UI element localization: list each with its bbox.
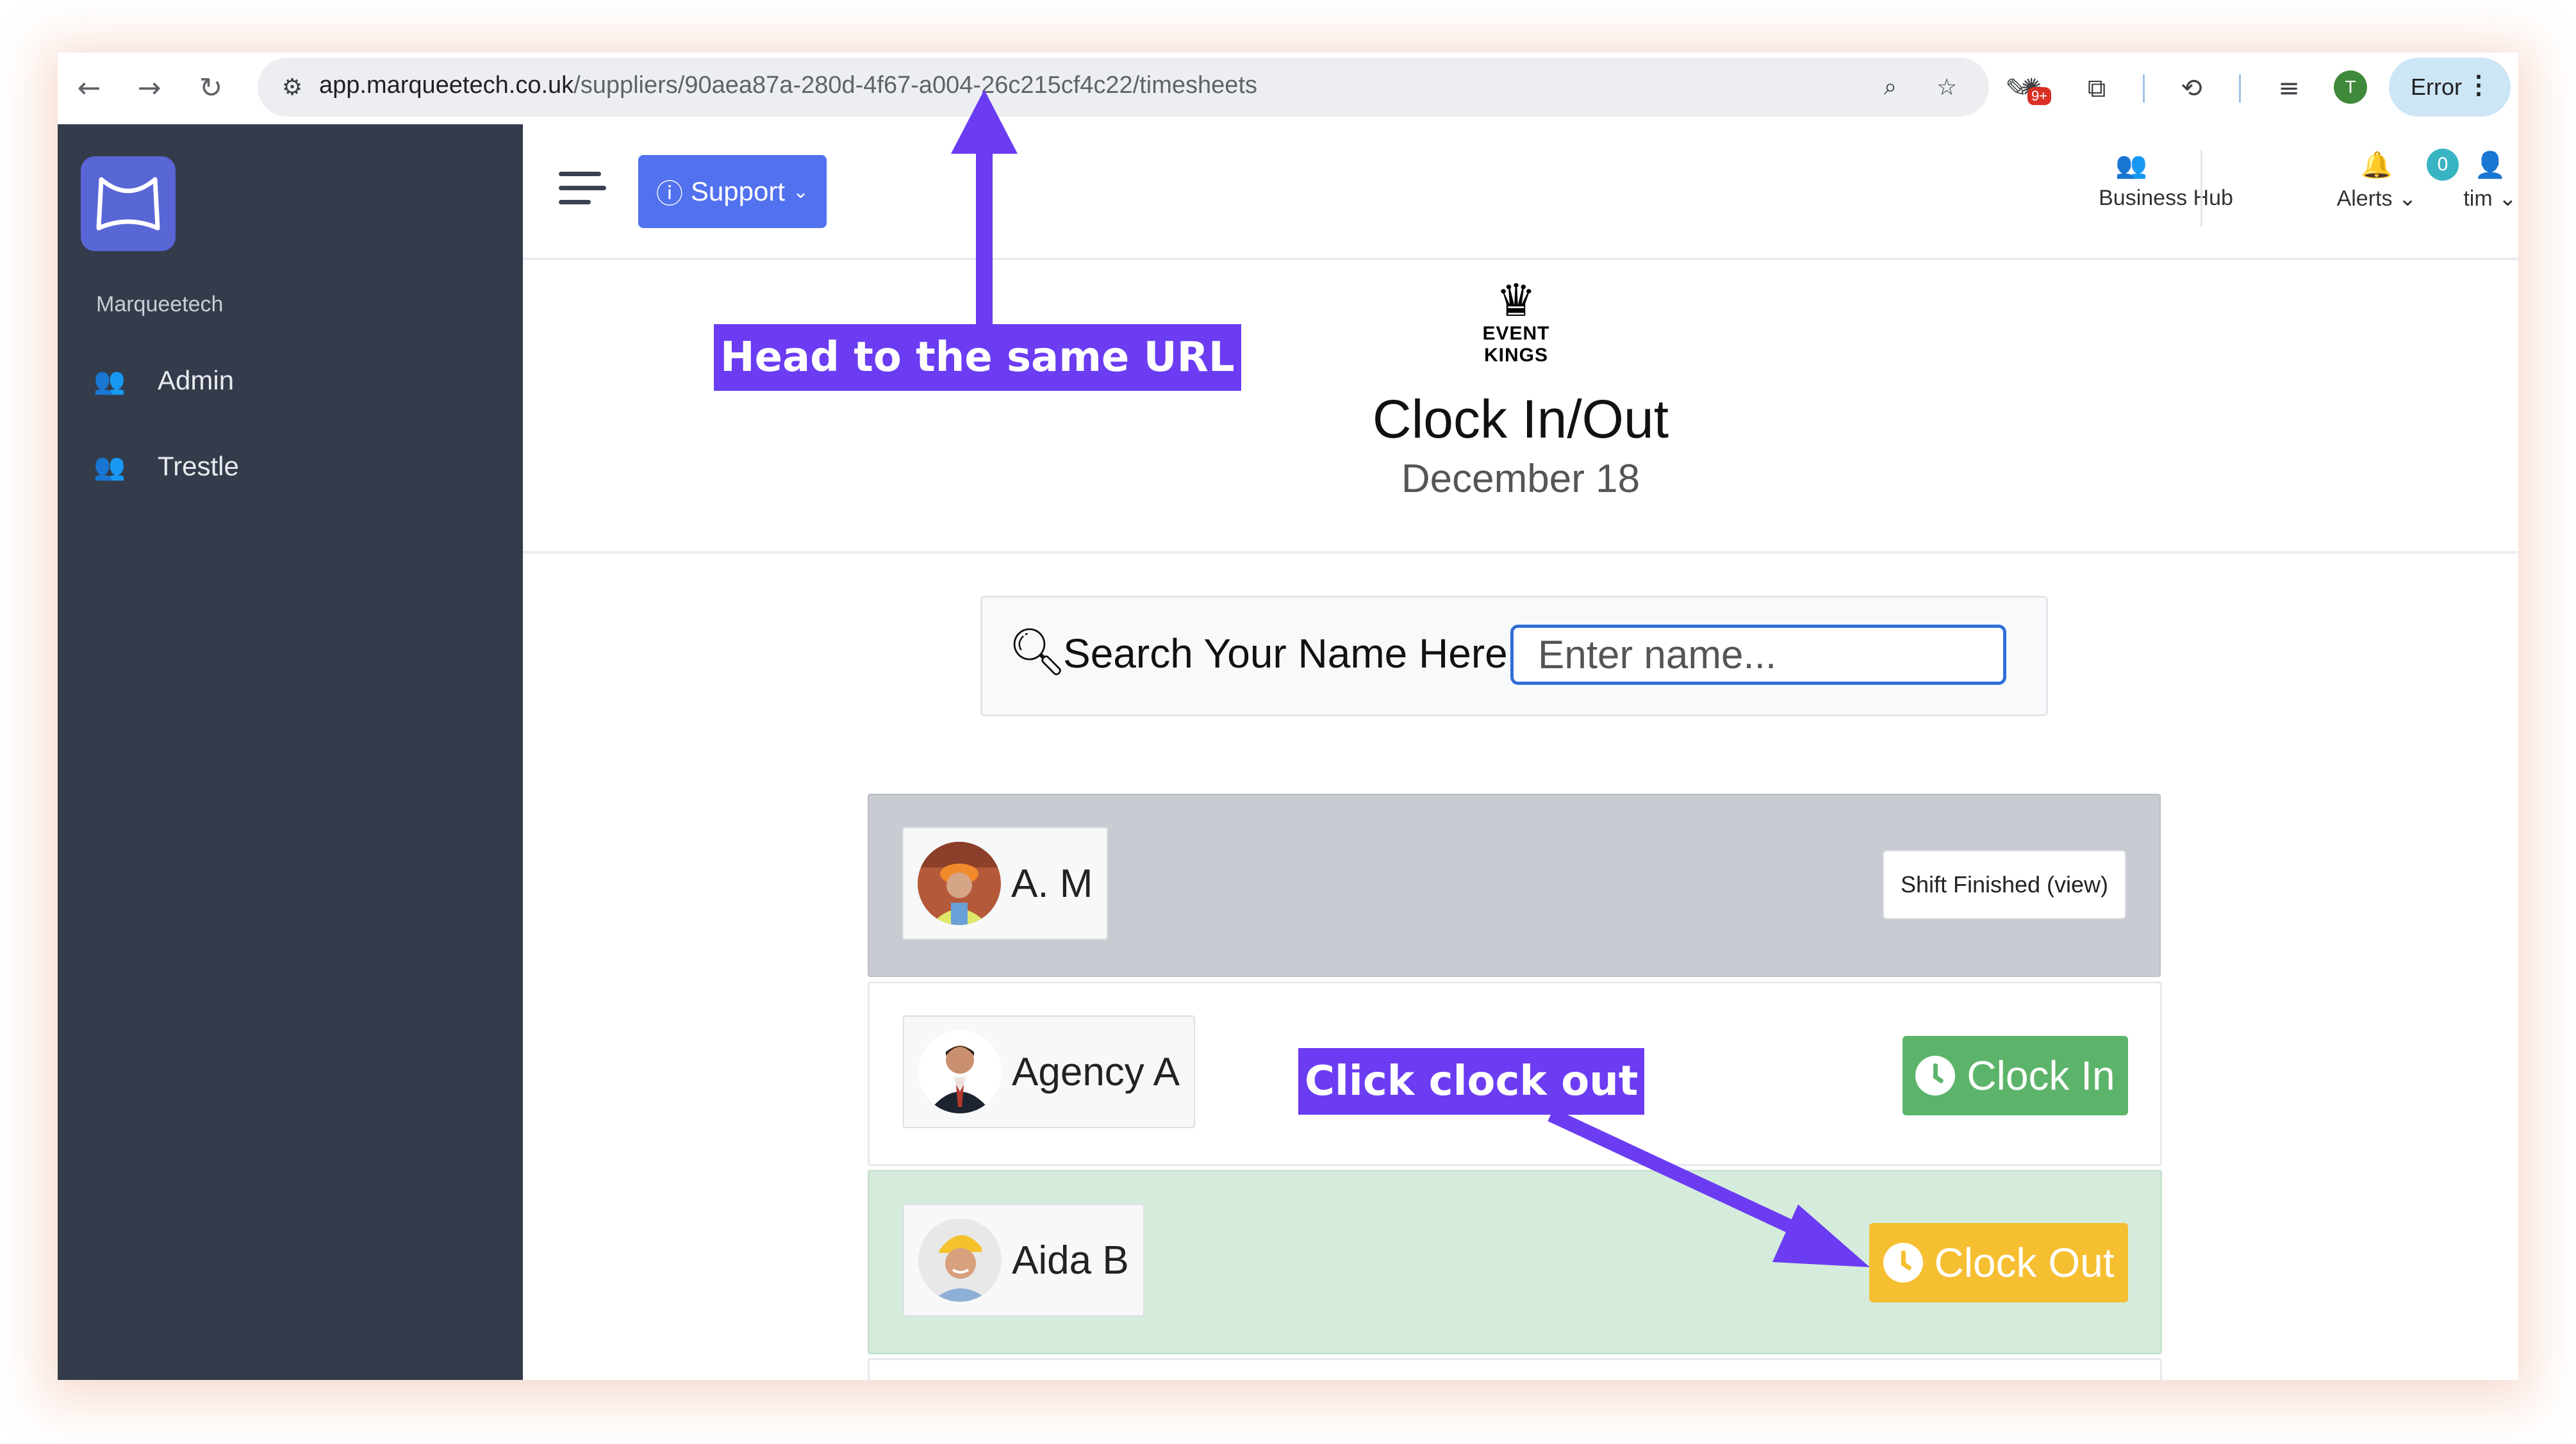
annotation-arrows	[951, 90, 1870, 1267]
annotation-url-callout: Head to the same URL	[714, 324, 1241, 391]
url-arrow-head	[951, 90, 1018, 154]
annotation-button-callout: Click clock out	[1298, 1048, 1645, 1115]
button-arrow-head	[1772, 1204, 1870, 1267]
button-arrow-line	[1548, 1108, 1823, 1247]
